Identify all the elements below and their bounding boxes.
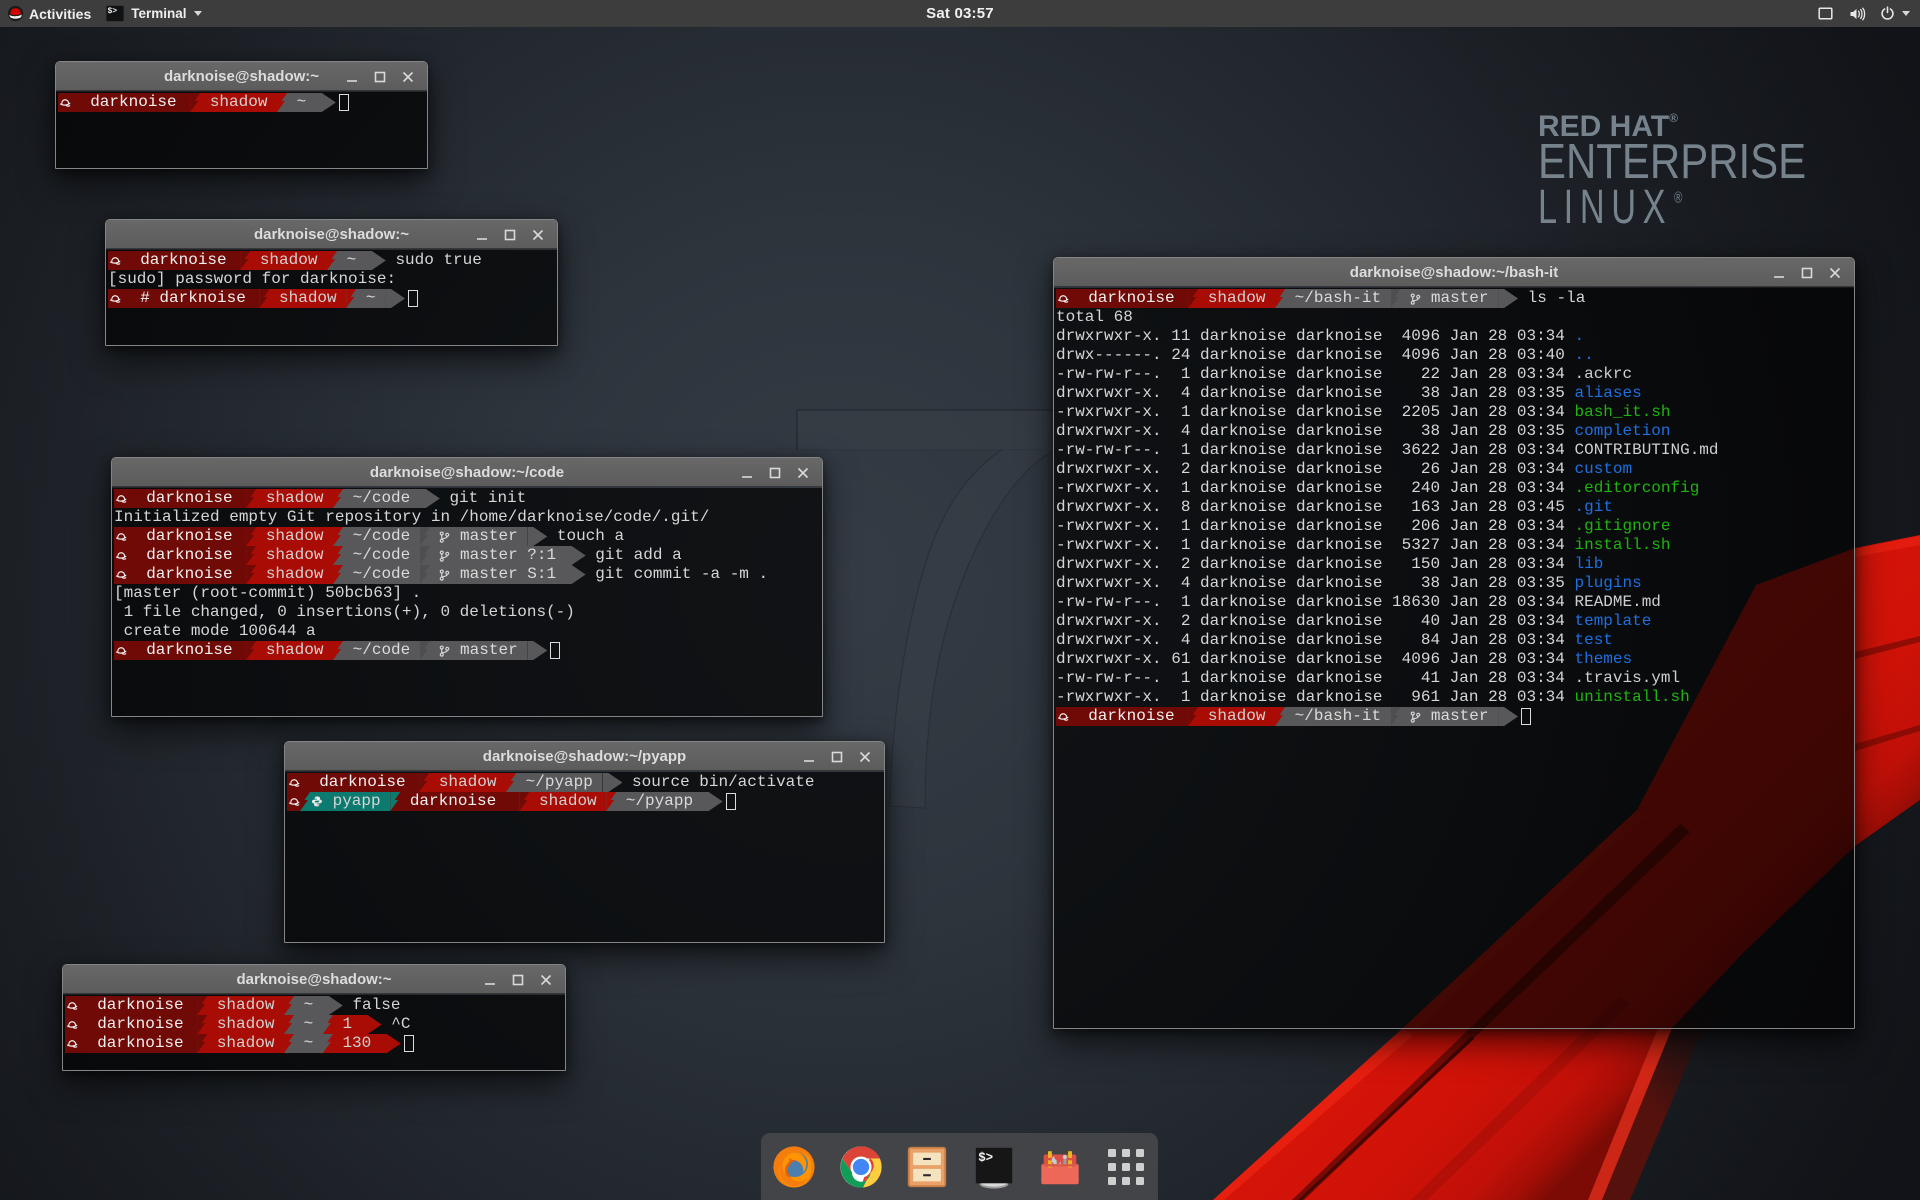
svg-text:$>: $> (978, 1151, 993, 1165)
